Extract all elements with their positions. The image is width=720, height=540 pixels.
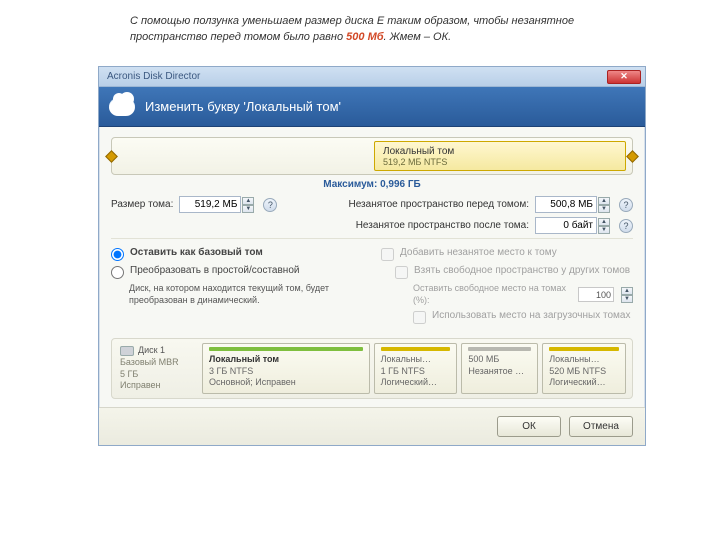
help-icon[interactable]: ? — [263, 198, 277, 212]
spin-down-icon[interactable]: ▼ — [598, 205, 610, 213]
chk-boot — [413, 311, 426, 324]
convert-note: Диск, на котором находится текущий том, … — [129, 283, 363, 306]
caption-highlight: 500 Мб — [346, 31, 383, 43]
spin-up-icon[interactable]: ▲ — [242, 197, 254, 205]
disk-line: Исправен — [120, 380, 196, 392]
volume-name: Локальный том — [383, 146, 617, 157]
partition[interactable]: Локальны…520 МБ NTFSЛогический… — [542, 343, 626, 394]
radio-keep-basic[interactable] — [111, 248, 124, 261]
chk-add-unalloc — [381, 248, 394, 261]
disk-title: Диск 1 — [138, 345, 165, 357]
help-icon[interactable]: ? — [619, 219, 633, 233]
spin-up-icon[interactable]: ▲ — [598, 218, 610, 226]
percent-label: Оставить свободное место на томах (%): — [413, 283, 572, 306]
volume-sub: 519,2 МБ NTFS — [383, 157, 617, 167]
chk-label-boot: Использовать место на загрузочных томах — [432, 310, 630, 321]
disk-layout: Диск 1 Базовый MBR 5 ГБ Исправен Локальн… — [111, 338, 633, 399]
chk-take-free — [395, 266, 408, 279]
partition[interactable]: 500 МБНезанятое … — [461, 343, 538, 394]
partition[interactable]: Локальный том3 ГБ NTFSОсновной; Исправен — [202, 343, 370, 394]
partition[interactable]: Локальны…1 ГБ NTFSЛогический… — [374, 343, 458, 394]
disk-director-dialog: Acronis Disk Director ✕ Изменить букву '… — [98, 66, 646, 446]
disk-line: 5 ГБ — [120, 369, 196, 381]
radio-label-convert: Преобразовать в простой/составной — [130, 265, 299, 276]
volume-box[interactable]: Локальный том 519,2 МБ NTFS — [374, 141, 626, 171]
disk-icon — [120, 346, 134, 356]
spin-up-icon: ▲ — [621, 287, 633, 295]
radio-label-basic: Оставить как базовый том — [130, 247, 263, 258]
slide-caption: С помощью ползунка уменьшаем размер диск… — [0, 0, 720, 54]
cloud-icon — [109, 98, 135, 116]
chk-label-take: Взять свободное пространство у других то… — [414, 265, 630, 276]
disk-line: Базовый MBR — [120, 357, 196, 369]
before-input[interactable] — [535, 196, 597, 213]
disk-info: Диск 1 Базовый MBR 5 ГБ Исправен — [118, 343, 198, 394]
close-button[interactable]: ✕ — [607, 70, 641, 84]
titlebar[interactable]: Acronis Disk Director ✕ — [99, 67, 645, 87]
ok-button[interactable]: ОК — [497, 416, 561, 437]
size-slider[interactable]: Локальный том 519,2 МБ NTFS — [111, 137, 633, 175]
dialog-title: Изменить букву 'Локальный том' — [145, 99, 341, 114]
after-label: Незанятое пространство после тома: — [356, 220, 529, 231]
spin-down-icon: ▼ — [621, 295, 633, 303]
size-label: Размер тома: — [111, 199, 173, 210]
app-title: Acronis Disk Director — [107, 71, 200, 82]
maximum-label: Максимум: 0,996 ГБ — [111, 179, 633, 190]
size-input[interactable] — [179, 196, 241, 213]
before-label: Незанятое пространство перед томом: — [348, 199, 529, 210]
help-icon[interactable]: ? — [619, 198, 633, 212]
caption-text2: . Жмем – ОК. — [384, 31, 452, 43]
dialog-header: Изменить букву 'Локальный том' — [99, 87, 645, 127]
dialog-footer: ОК Отмена — [99, 407, 645, 445]
cancel-button[interactable]: Отмена — [569, 416, 633, 437]
slider-handle-right[interactable] — [626, 150, 639, 163]
spin-down-icon[interactable]: ▼ — [598, 226, 610, 234]
spin-down-icon[interactable]: ▼ — [242, 205, 254, 213]
slider-handle-left[interactable] — [105, 150, 118, 163]
radio-convert[interactable] — [111, 266, 124, 279]
chk-label-add: Добавить незанятое место к тому — [400, 247, 557, 258]
after-input[interactable] — [535, 217, 597, 234]
percent-input — [578, 287, 614, 302]
spin-up-icon[interactable]: ▲ — [598, 197, 610, 205]
